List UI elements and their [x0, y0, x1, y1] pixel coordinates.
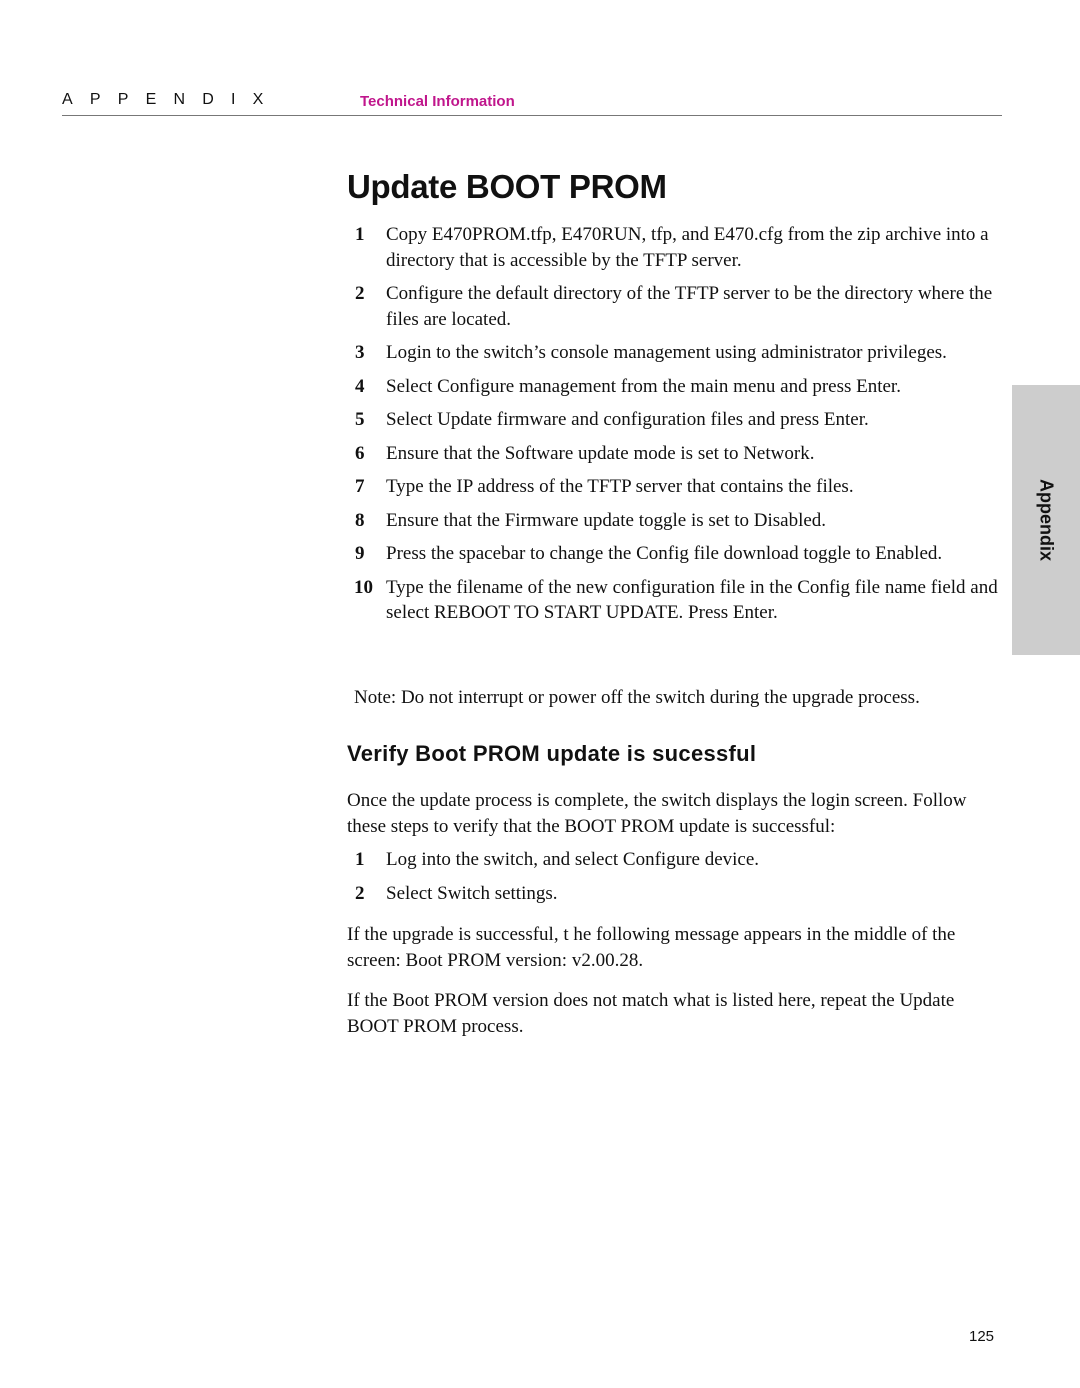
step-number: 8 [355, 509, 365, 531]
appendix-side-tab: Appendix [1012, 385, 1080, 655]
step-text: Select Configure management from the mai… [386, 375, 901, 397]
step-text: Press the spacebar to change the Config … [386, 543, 943, 564]
step-text: Type the IP address of the TFTP server t… [386, 476, 854, 497]
verify-steps-list: 1 Log into the switch, and select Configu… [347, 847, 1007, 914]
step-number: 2 [355, 283, 365, 304]
step-number: 5 [355, 409, 365, 430]
list-item: 2 Select Switch settings. [347, 881, 1007, 907]
step-text: Configure the default directory of the T… [386, 283, 993, 330]
list-item: 1 Log into the switch, and select Configu… [347, 847, 1007, 873]
success-message: If the upgrade is successful, t he follo… [347, 924, 956, 971]
step-text: Ensure that the Firmware update toggle i… [386, 509, 827, 531]
list-item: 4 Select Configure management from the ma… [347, 374, 1007, 400]
page-title: Update BOOT PROM [347, 168, 667, 205]
step-text: Log into the switch, and select Configur… [386, 849, 760, 870]
step-text: Ensure that the Software update mode is … [386, 442, 815, 464]
step-text: Type the filename of the new configurati… [386, 576, 998, 624]
verify-intro: Once the update process is complete, the… [347, 790, 967, 837]
step-number: 1 [355, 849, 365, 870]
list-item: 6 Ensure that the Software update mode is… [347, 441, 1007, 467]
section-heading: Verify Boot PROM update is sucessful [347, 741, 757, 766]
section-label: Technical Information [360, 93, 515, 110]
step-number: 4 [355, 375, 365, 397]
mismatch-message: If the Boot PROM version does not match … [347, 990, 955, 1037]
warning-note: Note: Do not interrupt or power off the … [354, 687, 920, 708]
list-item: 9 Press the spacebar to change the Config… [347, 541, 1007, 567]
step-number: 9 [355, 543, 365, 564]
step-text: Copy E470PROM.tfp, E470RUN, tfp, and E47… [386, 224, 989, 271]
list-item: 3 Login to the switch’s console managemen… [347, 340, 1007, 366]
step-number: 7 [355, 476, 365, 497]
list-item: 2 Configure the default directory of the … [347, 281, 1007, 332]
side-tab-label: Appendix [1036, 478, 1057, 562]
step-text: Select Switch settings. [386, 882, 558, 904]
list-item: 5 Select Update firmware and configuratio… [347, 407, 1007, 433]
step-number: 2 [355, 882, 365, 904]
step-number: 6 [355, 442, 365, 464]
list-item: 10 Type the filename of the new configura… [347, 575, 1007, 626]
step-text: Login to the switch’s console management… [386, 342, 947, 363]
step-number: 10 [354, 576, 373, 598]
page-number: 125 [969, 1328, 995, 1345]
step-number: 3 [355, 342, 365, 363]
list-item: 8 Ensure that the Firmware update toggle … [347, 508, 1007, 534]
update-steps-list: 1 Copy E470PROM.tfp, E470RUN, tfp, and E4… [347, 222, 1007, 634]
list-item: 1 Copy E470PROM.tfp, E470RUN, tfp, and E4… [347, 222, 1007, 273]
appendix-label: APPENDIX [62, 91, 281, 108]
running-header: APPENDIX Technical Information [62, 91, 1002, 116]
step-text: Select Update firmware and configuration… [386, 409, 869, 430]
list-item: 7 Type the IP address of the TFTP server … [347, 474, 1007, 500]
step-number: 1 [355, 224, 365, 245]
